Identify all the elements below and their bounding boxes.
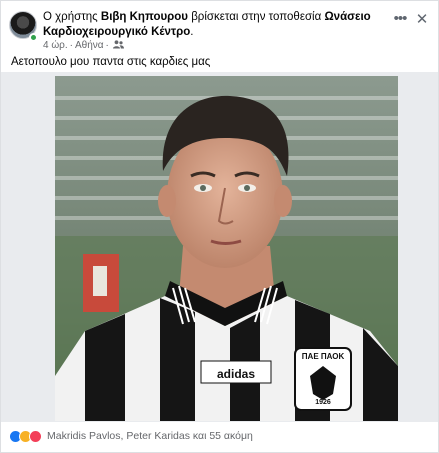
crest-year-text: 1926: [315, 399, 331, 406]
location-suffix: .: [190, 26, 194, 38]
post-meta: 4 ώρ. · Αθήνα ·: [43, 40, 124, 52]
friends-icon[interactable]: [112, 40, 124, 49]
author-prefix: Ο χρήστης: [43, 11, 101, 23]
kit-brand-label: adidas: [216, 367, 255, 381]
post-card: Ο χρήστης Βιβη Κηπουρου βρίσκεται στην τ…: [0, 0, 439, 453]
meta-separator: ·: [105, 40, 109, 51]
reactions-bar[interactable]: Makridis Pavlos, Peter Karidas και 55 ακ…: [9, 428, 253, 444]
photo-container: adidas ΠΑΕ ΠΑΟΚ 1926: [1, 72, 438, 422]
more-options-button[interactable]: •••: [392, 11, 408, 28]
post-text: Αετοπουλο μου παντα στις καρδιες μας: [11, 56, 211, 68]
post-place: Αθήνα: [74, 40, 104, 51]
post-time-link[interactable]: 4 ώρ.: [43, 40, 68, 51]
reaction-names-link[interactable]: Makridis Pavlos, Peter Karidas και 55 ακ…: [47, 430, 253, 442]
post-photo[interactable]: adidas ΠΑΕ ΠΑΟΚ 1926: [55, 76, 398, 421]
crest-top-text: ΠΑΕ ΠΑΟΚ: [301, 352, 345, 361]
post-title-line: Ο χρήστης Βιβη Κηπουρου βρίσκεται στην τ…: [43, 10, 383, 40]
author-name-link[interactable]: Βιβη Κηπουρου: [101, 11, 188, 23]
meta-separator: ·: [69, 40, 73, 51]
location-prefix: βρίσκεται στην τοποθεσία: [188, 11, 325, 23]
post-header: Ο χρήστης Βιβη Κηπουρου βρίσκεται στην τ…: [9, 9, 430, 53]
online-status-dot: [29, 33, 38, 42]
love-icon: [29, 429, 42, 443]
close-button[interactable]: ✕: [414, 12, 430, 28]
